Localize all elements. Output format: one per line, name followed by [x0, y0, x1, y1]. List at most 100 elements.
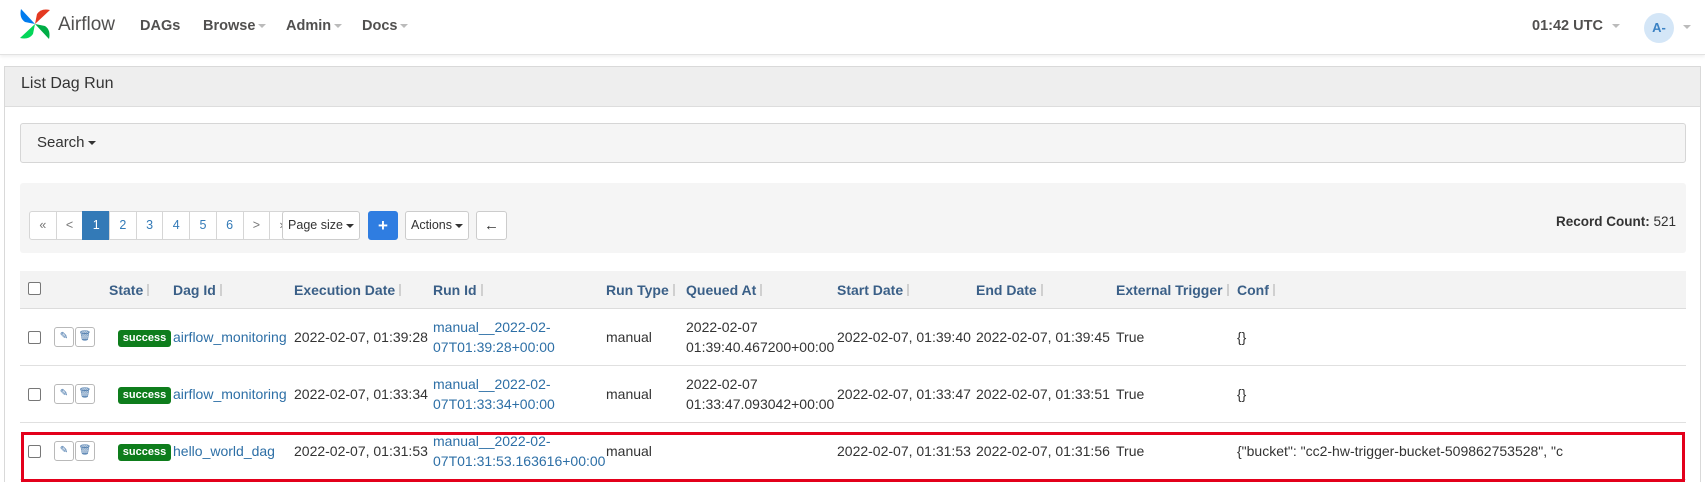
table-header: State Dag Id Execution Date Run Id Run T…: [20, 271, 1686, 309]
dag-id-link[interactable]: airflow_monitoring: [173, 384, 287, 404]
nav-dags[interactable]: DAGs: [140, 18, 180, 34]
row-checkbox[interactable]: [28, 388, 41, 401]
start-date: 2022-02-07, 01:33:47: [837, 386, 971, 402]
page-prev-button[interactable]: <: [55, 211, 84, 240]
external-trigger: True: [1116, 443, 1145, 459]
trash-icon[interactable]: 🗑: [75, 441, 95, 461]
utc-clock[interactable]: 01:42 UTC: [1532, 18, 1620, 34]
sort-icon: [147, 284, 150, 296]
column-header-execution-date[interactable]: Execution Date: [294, 282, 402, 298]
sort-icon: [760, 284, 763, 296]
run-id-line: manual__2022-02-: [433, 433, 551, 449]
nav-browse[interactable]: Browse: [203, 18, 267, 34]
page-button[interactable]: 6: [215, 211, 244, 240]
back-button[interactable]: ←: [476, 211, 507, 240]
column-header-run-type[interactable]: Run Type: [606, 282, 676, 298]
dag-run-table: State Dag Id Execution Date Run Id Run T…: [20, 271, 1686, 480]
column-label: Queued At: [686, 282, 757, 298]
sort-icon: [1040, 284, 1044, 296]
execution-date: 2022-02-07, 01:33:34: [294, 386, 428, 402]
queued-at: 2022-02-07 01:39:40.467200+00:00: [686, 317, 834, 357]
status-badge: success: [118, 444, 171, 461]
sort-icon: [399, 284, 402, 296]
sort-icon: [480, 284, 484, 296]
trash-icon[interactable]: 🗑: [75, 384, 95, 404]
user-avatar[interactable]: A-: [1644, 13, 1674, 43]
trash-icon[interactable]: 🗑: [75, 327, 95, 347]
search-toggle[interactable]: Search: [20, 123, 1686, 163]
page-button[interactable]: 4: [162, 211, 191, 240]
external-trigger: True: [1116, 329, 1145, 345]
run-id-line: manual__2022-02-: [433, 319, 551, 335]
nav-admin-label: Admin: [286, 18, 332, 34]
chevron-down-icon: [400, 24, 409, 29]
brand-name[interactable]: Airflow: [58, 14, 115, 36]
top-navbar: Airflow DAGs Browse Admin Docs 01:42 UTC…: [0, 0, 1705, 55]
page-size-button[interactable]: Page size: [282, 211, 360, 240]
conf: {}: [1237, 386, 1247, 402]
column-header-run-id[interactable]: Run Id: [433, 282, 484, 298]
end-date: 2022-02-07, 01:31:56: [976, 443, 1110, 459]
edit-icon[interactable]: ✎: [54, 441, 74, 461]
dag-id-link[interactable]: airflow_monitoring: [173, 327, 287, 347]
run-id-link[interactable]: manual__2022-02- 07T01:31:53.163616+00:00: [433, 431, 605, 471]
execution-date: 2022-02-07, 01:31:53: [294, 443, 428, 459]
run-type: manual: [606, 443, 652, 459]
edit-icon[interactable]: ✎: [54, 327, 74, 347]
status-badge: success: [118, 330, 171, 347]
sort-icon: [1272, 284, 1276, 296]
page-button[interactable]: 5: [189, 211, 217, 240]
column-header-dag-id[interactable]: Dag Id: [173, 282, 223, 298]
column-header-start-date[interactable]: Start Date: [837, 282, 910, 298]
chevron-down-icon: [1611, 24, 1620, 29]
chevron-down-icon: [258, 24, 267, 29]
row-checkbox[interactable]: [28, 331, 41, 344]
queued-at-line: 01:33:47.093042+00:00: [686, 396, 835, 412]
column-header-external-trigger[interactable]: External Trigger: [1116, 282, 1230, 298]
actions-label: Actions: [411, 218, 452, 232]
record-count-value: 521: [1653, 214, 1676, 229]
run-id-line: 07T01:33:34+00:00: [433, 396, 555, 412]
column-header-queued-at[interactable]: Queued At: [686, 282, 763, 298]
airflow-logo-icon[interactable]: [17, 6, 53, 42]
column-header-conf[interactable]: Conf: [1237, 282, 1276, 298]
actions-button[interactable]: Actions: [405, 211, 469, 240]
chevron-down-icon: [455, 223, 463, 228]
page-button[interactable]: 3: [135, 211, 164, 240]
panel-title: List Dag Run: [5, 67, 1700, 107]
sort-icon: [907, 284, 910, 296]
run-id-line: 07T01:31:53.163616+00:00: [433, 453, 606, 469]
page-first-button[interactable]: «: [29, 211, 57, 240]
add-record-button[interactable]: +: [368, 211, 398, 240]
start-date: 2022-02-07, 01:39:40: [837, 329, 971, 345]
page-button[interactable]: 2: [109, 211, 137, 240]
page-next-button[interactable]: >: [242, 211, 271, 240]
sort-icon: [219, 284, 223, 296]
chevron-down-icon[interactable]: [1683, 25, 1691, 29]
list-toolbar: « < 1 2 3 4 5 6 > » Page size + Actions …: [20, 183, 1686, 253]
table-row: ✎ 🗑 success airflow_monitoring 2022-02-0…: [20, 366, 1686, 423]
dag-id-link[interactable]: hello_world_dag: [173, 441, 275, 461]
select-all-checkbox[interactable]: [28, 282, 41, 295]
sort-icon: [1226, 284, 1230, 296]
end-date: 2022-02-07, 01:33:51: [976, 386, 1110, 402]
nav-docs[interactable]: Docs: [362, 18, 409, 34]
run-id-link[interactable]: manual__2022-02- 07T01:39:28+00:00: [433, 317, 555, 357]
sort-icon: [672, 284, 676, 296]
queued-at-line: 2022-02-07: [686, 376, 758, 392]
column-header-end-date[interactable]: End Date: [976, 282, 1044, 298]
run-id-line: 07T01:39:28+00:00: [433, 339, 555, 355]
status-badge: success: [118, 387, 171, 404]
page-button[interactable]: 1: [82, 211, 111, 240]
queued-at-line: 2022-02-07: [686, 319, 758, 335]
search-text: Search: [37, 134, 85, 151]
column-header-state[interactable]: State: [109, 282, 150, 298]
external-trigger: True: [1116, 386, 1145, 402]
edit-icon[interactable]: ✎: [54, 384, 74, 404]
run-id-link[interactable]: manual__2022-02- 07T01:33:34+00:00: [433, 374, 555, 414]
column-label: State: [109, 282, 144, 298]
conf: {"bucket": "cc2-hw-trigger-bucket-509862…: [1237, 443, 1564, 459]
clock-label: 01:42 UTC: [1532, 18, 1603, 34]
row-checkbox[interactable]: [28, 445, 41, 458]
nav-admin[interactable]: Admin: [286, 18, 343, 34]
